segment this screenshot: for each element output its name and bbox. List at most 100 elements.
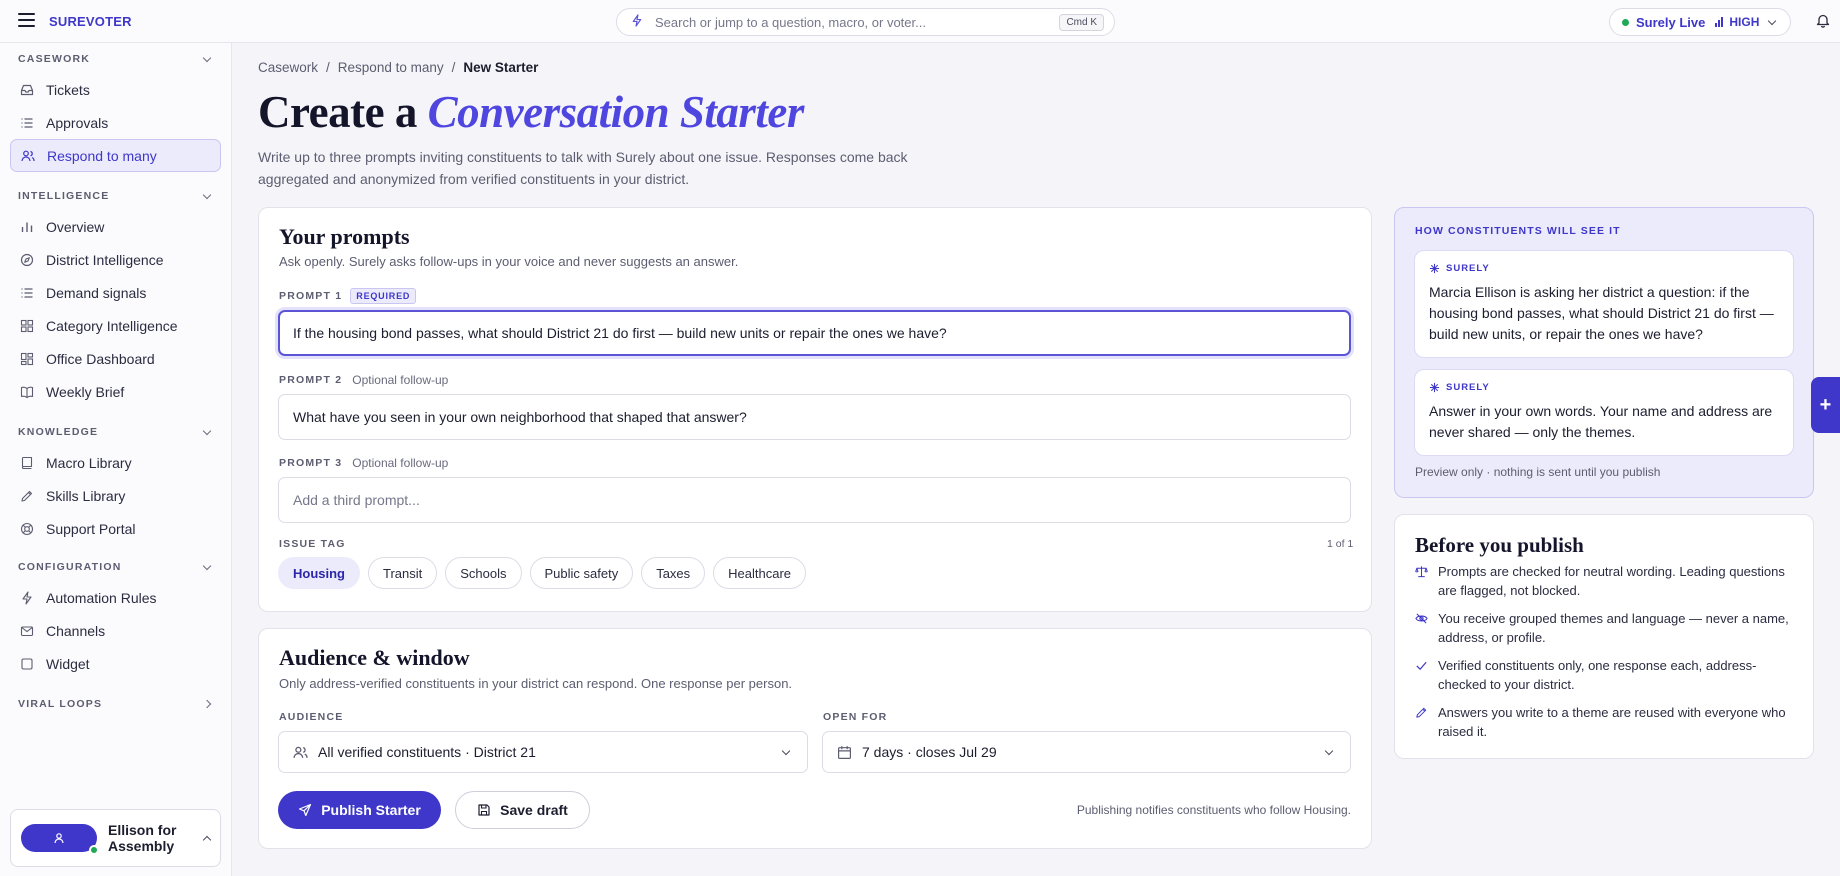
user-icon xyxy=(54,833,64,844)
add-button[interactable]: + xyxy=(1811,377,1840,433)
prompt-2-label: PROMPT 2 Optional follow-up xyxy=(279,373,449,387)
prompt-1-input[interactable] xyxy=(278,310,1351,356)
live-level: HIGH xyxy=(1729,15,1760,29)
section-intelligence[interactable]: INTELLIGENCE xyxy=(18,190,214,202)
send-icon xyxy=(299,803,312,817)
live-status-dot xyxy=(1622,18,1629,26)
search-bar[interactable]: Cmd K xyxy=(616,8,1115,36)
section-configuration[interactable]: CONFIGURATION xyxy=(18,561,214,573)
lifebuoy-icon xyxy=(20,522,34,535)
bar-chart-icon xyxy=(21,222,33,232)
issue-tag-chips: Housing Transit Schools Public safety Ta… xyxy=(278,557,807,589)
audience-select[interactable]: All verified constituents · District 21 xyxy=(278,731,808,773)
sidebar-item-category-intelligence[interactable]: Category Intelligence xyxy=(10,309,221,342)
menu-icon[interactable] xyxy=(18,13,35,27)
sidebar-item-district-intelligence[interactable]: District Intelligence xyxy=(10,243,221,276)
sidebar-item-channels[interactable]: Channels xyxy=(10,614,221,647)
prompts-title: Your prompts xyxy=(279,224,410,249)
pencil-icon xyxy=(1416,707,1427,718)
tag-housing[interactable]: Housing xyxy=(278,557,360,589)
window-select[interactable]: 7 days · closes Jul 29 xyxy=(822,731,1351,773)
checklist-item: You receive grouped themes and language … xyxy=(1415,609,1800,647)
section-casework[interactable]: CASEWORK xyxy=(18,53,214,65)
sidebar-item-office-dashboard[interactable]: Office Dashboard xyxy=(10,342,221,375)
list-icon xyxy=(21,117,33,128)
chevron-down-icon xyxy=(202,190,212,199)
prompt-3-input[interactable] xyxy=(278,477,1351,523)
sidebar-item-weekly-brief[interactable]: Weekly Brief xyxy=(10,375,221,408)
issue-tag-counter: 1 of 1 xyxy=(1327,538,1354,550)
page-title-accent: Conversation Starter xyxy=(427,87,805,137)
sidebar-item-macro-library[interactable]: Macro Library xyxy=(10,446,221,479)
audience-title: Audience & window xyxy=(279,645,470,670)
preview-heading: HOW CONSTITUENTS WILL SEE IT xyxy=(1415,225,1621,237)
chevron-down-icon xyxy=(1324,746,1334,755)
tag-public-safety[interactable]: Public safety xyxy=(529,557,634,589)
bolt-icon xyxy=(631,14,645,30)
users-icon xyxy=(293,746,308,758)
check-icon xyxy=(1416,661,1427,670)
audience-label: AUDIENCE xyxy=(279,711,344,723)
section-viral-loops[interactable]: VIRAL LOOPS xyxy=(18,698,214,710)
sidebar-item-demand-signals[interactable]: Demand signals xyxy=(10,276,221,309)
book-icon xyxy=(21,456,33,469)
search-input[interactable] xyxy=(655,14,1060,30)
pencil-icon xyxy=(21,490,33,502)
online-status-dot xyxy=(89,845,99,855)
eye-off-icon xyxy=(1415,613,1428,624)
sidebar-item-overview[interactable]: Overview xyxy=(10,210,221,243)
issue-tag-label: ISSUE TAG xyxy=(279,538,346,550)
prompt-1-label: PROMPT 1 REQUIRED xyxy=(279,288,417,304)
tag-taxes[interactable]: Taxes xyxy=(641,557,706,589)
breadcrumb-casework[interactable]: Casework xyxy=(258,60,318,75)
before-publish-title: Before you publish xyxy=(1415,533,1584,557)
chevron-up-icon xyxy=(202,835,212,845)
sidebar-item-widget[interactable]: Widget xyxy=(10,647,221,680)
preview-speaker: SURELY xyxy=(1429,263,1779,274)
account-name: Ellison for Assembly xyxy=(108,822,177,854)
chevron-down-icon xyxy=(202,561,212,570)
sparkle-icon xyxy=(1429,382,1440,393)
breadcrumb: Casework / Respond to many / New Starter xyxy=(258,60,539,75)
bolt-icon xyxy=(22,590,32,605)
page-subtitle: Write up to three prompts inviting const… xyxy=(258,149,908,187)
calendar-icon xyxy=(838,745,851,759)
live-label: Surely Live xyxy=(1636,14,1706,30)
publish-starter-button[interactable]: Publish Starter xyxy=(278,791,441,829)
publish-note: Publishing notifies constituents who fol… xyxy=(1076,803,1351,817)
save-draft-button[interactable]: Save draft xyxy=(455,791,590,829)
list-icon xyxy=(21,287,33,298)
section-knowledge[interactable]: KNOWLEDGE xyxy=(18,426,214,438)
preview-footer: Preview only · nothing is sent until you… xyxy=(1415,465,1661,479)
avatar xyxy=(21,824,99,855)
preview-message-1: Marcia Ellison is asking her district a … xyxy=(1429,284,1774,342)
audience-subtitle: Only address-verified constituents in yo… xyxy=(279,676,793,691)
chevron-down-icon xyxy=(202,426,212,435)
prompt-3-label: PROMPT 3 Optional follow-up xyxy=(279,456,449,470)
prompts-subtitle: Ask openly. Surely asks follow-ups in yo… xyxy=(279,254,739,269)
sparkle-icon xyxy=(1429,263,1440,274)
square-icon xyxy=(21,657,33,670)
checklist-item: Prompts are checked for neutral wording.… xyxy=(1415,562,1800,600)
save-icon xyxy=(478,804,490,816)
surely-live-toggle[interactable]: Surely Live HIGH xyxy=(1609,8,1791,36)
tag-transit[interactable]: Transit xyxy=(368,557,438,589)
breadcrumb-respond-to-many[interactable]: Respond to many xyxy=(338,60,444,75)
chevron-down-icon xyxy=(781,746,791,755)
mail-icon xyxy=(20,625,34,636)
tag-healthcare[interactable]: Healthcare xyxy=(713,557,807,589)
sidebar-item-tickets[interactable]: Tickets xyxy=(10,73,221,106)
sidebar-item-skills-library[interactable]: Skills Library xyxy=(10,479,221,512)
sidebar-item-respond-to-many[interactable]: Respond to many xyxy=(10,139,221,172)
sidebar-item-approvals[interactable]: Approvals xyxy=(10,106,221,139)
tag-schools[interactable]: Schools xyxy=(445,557,522,589)
sidebar-item-support-portal[interactable]: Support Portal xyxy=(10,512,221,545)
preview-message-2: Answer in your own words. Your name and … xyxy=(1429,403,1773,440)
sidebar-item-automation-rules[interactable]: Automation Rules xyxy=(10,581,221,614)
prompt-2-input[interactable] xyxy=(278,394,1351,440)
account-switcher[interactable]: Ellison for Assembly xyxy=(10,809,221,867)
chevron-right-icon xyxy=(202,699,212,709)
brand-logo[interactable]: SUREVOTER xyxy=(49,14,132,29)
bell-icon[interactable] xyxy=(1816,13,1830,28)
preview-panel: HOW CONSTITUENTS WILL SEE IT SURELY Marc… xyxy=(1394,207,1814,498)
